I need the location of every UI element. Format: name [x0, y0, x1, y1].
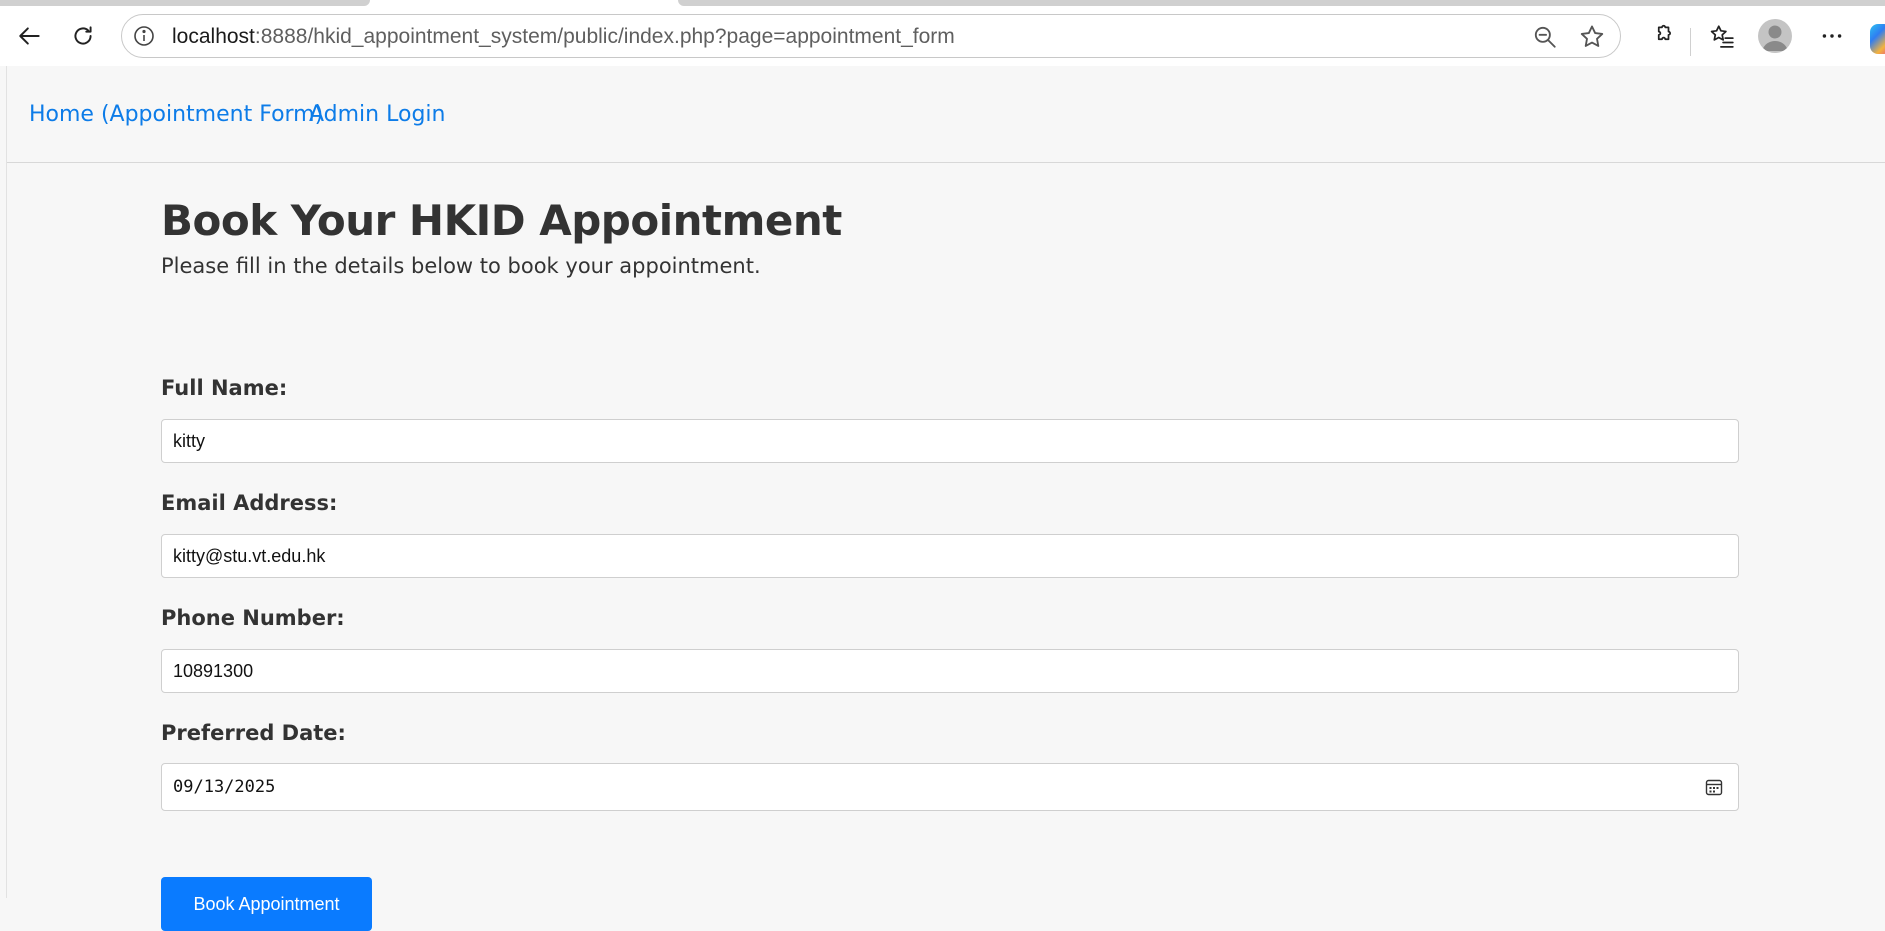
nav-admin-login-link[interactable]: Admin Login — [309, 102, 445, 127]
nav-home-link[interactable]: Home (Appointment Form) — [29, 102, 323, 127]
page: Home (Appointment Form) Admin Login Book… — [6, 66, 1885, 931]
url-text[interactable]: localhost:8888/hkid_appointment_system/p… — [172, 25, 955, 49]
site-info-icon[interactable] — [132, 24, 156, 48]
page-title: Book Your HKID Appointment — [161, 196, 842, 245]
top-nav: Home (Appointment Form) Admin Login — [7, 66, 1885, 163]
refresh-button[interactable] — [63, 16, 103, 56]
url-path: :8888/hkid_appointment_system/public/ind… — [254, 25, 955, 48]
more-options-icon — [1822, 34, 1842, 38]
profile-avatar-icon[interactable] — [1758, 19, 1792, 53]
page-subtitle: Please fill in the details below to book… — [161, 254, 761, 278]
more-options-button[interactable] — [1812, 16, 1852, 56]
extensions-button[interactable] — [1642, 16, 1682, 56]
copilot-icon[interactable] — [1870, 24, 1885, 54]
book-appointment-button[interactable]: Book Appointment — [161, 877, 372, 931]
extensions-icon — [1657, 24, 1671, 41]
phone-label: Phone Number: — [161, 606, 345, 630]
back-button[interactable] — [10, 16, 50, 56]
email-label: Email Address: — [161, 491, 338, 515]
favorite-star-icon[interactable] — [1578, 23, 1606, 51]
date-label: Preferred Date: — [161, 721, 346, 745]
full-name-label: Full Name: — [161, 376, 288, 400]
favorites-icon — [1710, 25, 1734, 48]
toolbar-divider — [1690, 28, 1691, 56]
url-host: localhost — [172, 25, 255, 48]
phone-input[interactable]: 10891300 — [161, 649, 1739, 693]
date-value: 09/13/2025 — [173, 777, 276, 797]
back-icon — [19, 27, 40, 45]
full-name-input[interactable]: kitty — [161, 419, 1739, 463]
favorites-button[interactable] — [1702, 16, 1742, 56]
refresh-icon — [74, 26, 92, 45]
zoom-out-icon[interactable] — [1532, 24, 1558, 50]
address-bar[interactable]: localhost:8888/hkid_appointment_system/p… — [121, 14, 1621, 58]
browser-toolbar: localhost:8888/hkid_appointment_system/p… — [0, 6, 1885, 66]
email-input[interactable]: kitty@stu.vt.edu.hk — [161, 534, 1739, 578]
calendar-icon[interactable] — [1704, 777, 1724, 797]
date-input[interactable]: 09/13/2025 — [161, 763, 1739, 811]
